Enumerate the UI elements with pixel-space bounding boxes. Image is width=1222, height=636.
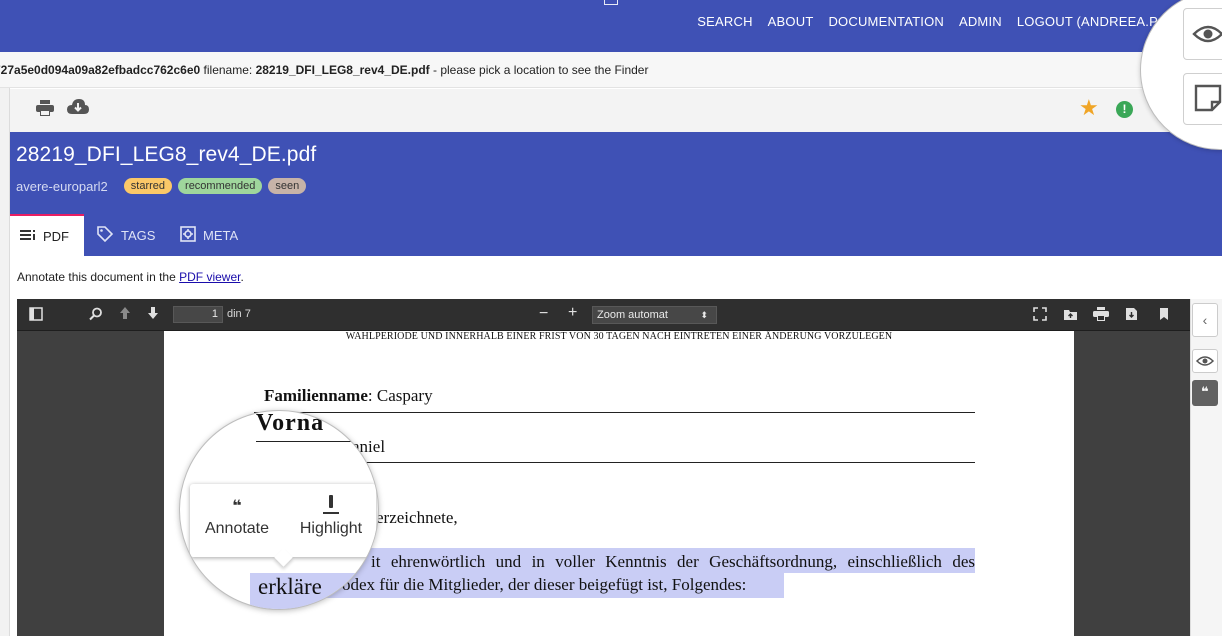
tab-meta-label: META: [203, 227, 239, 243]
annotate-instruction: Annotate this document in the PDF viewer…: [17, 270, 244, 284]
app-root: SEARCH ABOUT DOCUMENTATION ADMIN LOGOUT …: [0, 0, 1222, 636]
pdf-viewer-link[interactable]: PDF viewer: [179, 270, 240, 284]
badge-recommended[interactable]: recommended: [178, 178, 263, 194]
filename-value: 28219_DFI_LEG8_rev4_DE.pdf: [255, 63, 430, 77]
finder-hint: - please pick a location to see the Find…: [433, 63, 649, 77]
page-count: din 7: [227, 308, 251, 320]
magnifier-callout: Vorna erkläre ❝ Annotate Highlight: [179, 410, 379, 610]
collapse-sidebar-button[interactable]: ‹: [1192, 303, 1218, 337]
top-nav-bar: SEARCH ABOUT DOCUMENTATION ADMIN LOGOUT …: [0, 0, 1222, 52]
left-gutter: [0, 88, 10, 636]
presentation-mode-icon[interactable]: [1033, 307, 1047, 324]
pdf-viewer-toolbar: 1 din 7 − + Zoom automat ⬍: [17, 299, 1190, 331]
declaration-line-1: it ehrenwörtlich und in voller Kenntnis …: [371, 552, 975, 571]
page-number-input[interactable]: 1: [173, 306, 223, 323]
meta-icon: [180, 225, 196, 245]
declaration-line-2: odex für die Mitglieder, der dieser beig…: [342, 575, 747, 594]
quote-icon[interactable]: ❝: [1192, 380, 1218, 406]
eye-icon[interactable]: [1183, 8, 1222, 60]
dropdown-caret-icon: ⬍: [700, 310, 708, 320]
next-page-icon[interactable]: [147, 306, 159, 323]
tab-pdf[interactable]: PDF: [10, 214, 84, 256]
document-toolbar: ★ !: [10, 89, 1222, 132]
nav-documentation[interactable]: DOCUMENTATION: [828, 14, 944, 29]
document-tabs: PDF TAGS META: [10, 214, 1222, 256]
nav-about[interactable]: ABOUT: [768, 14, 814, 29]
open-file-icon[interactable]: [1063, 307, 1078, 324]
annotate-prefix: Annotate this document in the: [17, 270, 176, 284]
zoom-select[interactable]: Zoom automat ⬍: [592, 306, 717, 324]
magnified-first-name-label: Vorna: [256, 410, 325, 436]
rule-line: [256, 441, 356, 442]
annotation-adder-popup: ❝ Annotate Highlight: [190, 484, 376, 557]
annotate-label: Annotate: [204, 520, 270, 537]
badge-seen[interactable]: seen: [268, 178, 307, 194]
zoom-out-button[interactable]: −: [539, 305, 548, 323]
tab-tags-label: TAGS: [121, 227, 156, 243]
cloud-download-icon[interactable]: [67, 99, 89, 120]
document-id: 727a5e0d094a09a82efbadcc762c6e0: [0, 63, 201, 77]
star-icon[interactable]: ★: [1079, 95, 1099, 121]
family-name-label: Familienname: [264, 386, 368, 405]
viewer-print-icon[interactable]: [1093, 307, 1109, 324]
tab-tags[interactable]: TAGS: [96, 214, 155, 256]
document-meta-row: avere-europarl2 starred recommended seen: [16, 178, 307, 194]
highlight-label: Highlight: [299, 520, 363, 537]
signer-text: erzeichnete,: [376, 508, 458, 527]
nav-logout[interactable]: LOGOUT (ANDREEA.P: [1017, 14, 1158, 29]
badge-starred[interactable]: starred: [123, 178, 173, 194]
zoom-in-button[interactable]: +: [568, 304, 577, 322]
previous-page-icon[interactable]: [119, 306, 131, 323]
family-name-field: Familienname: Caspary: [264, 386, 433, 406]
tab-meta[interactable]: META: [180, 214, 238, 256]
nav-search[interactable]: SEARCH: [697, 14, 752, 29]
tab-pdf-label: PDF: [43, 228, 69, 244]
filename-label: filename:: [203, 63, 253, 77]
family-name-value: : Caspary: [367, 386, 433, 405]
top-nav-links: SEARCH ABOUT DOCUMENTATION ADMIN LOGOUT …: [697, 14, 1158, 29]
document-title: 28219_DFI_LEG8_rev4_DE.pdf: [16, 143, 317, 166]
window-marker: [604, 0, 618, 5]
document-header: 28219_DFI_LEG8_rev4_DE.pdf avere-europar…: [10, 132, 1222, 214]
print-icon[interactable]: [36, 100, 54, 121]
sticky-note-icon[interactable]: [1183, 73, 1222, 125]
bookmark-icon[interactable]: [1159, 307, 1169, 324]
tag-icon: [96, 225, 114, 246]
list-icon: [20, 229, 36, 244]
zoom-select-value: Zoom automat: [597, 309, 668, 321]
document-info-bar: 727a5e0d094a09a82efbadcc762c6e0 filename…: [0, 52, 1222, 88]
sidebar-toggle-icon[interactable]: [29, 307, 43, 324]
download-icon[interactable]: [1125, 307, 1138, 324]
find-icon[interactable]: [89, 307, 103, 324]
annotate-suffix: .: [240, 270, 244, 284]
nav-admin[interactable]: ADMIN: [959, 14, 1002, 29]
quote-icon: ❝: [232, 496, 242, 515]
exclamation-icon[interactable]: !: [1116, 101, 1133, 118]
page-header-text: WAHLPERIODE UND INNERHALB EINER FRIST VO…: [345, 331, 893, 342]
eye-icon[interactable]: [1192, 349, 1218, 373]
highlight-button[interactable]: Highlight: [296, 494, 366, 538]
annotate-button[interactable]: ❝ Annotate: [202, 494, 272, 538]
highlighter-icon: [296, 494, 366, 520]
collection-name[interactable]: avere-europarl2: [16, 179, 108, 194]
magnified-word: erkläre: [258, 574, 322, 599]
